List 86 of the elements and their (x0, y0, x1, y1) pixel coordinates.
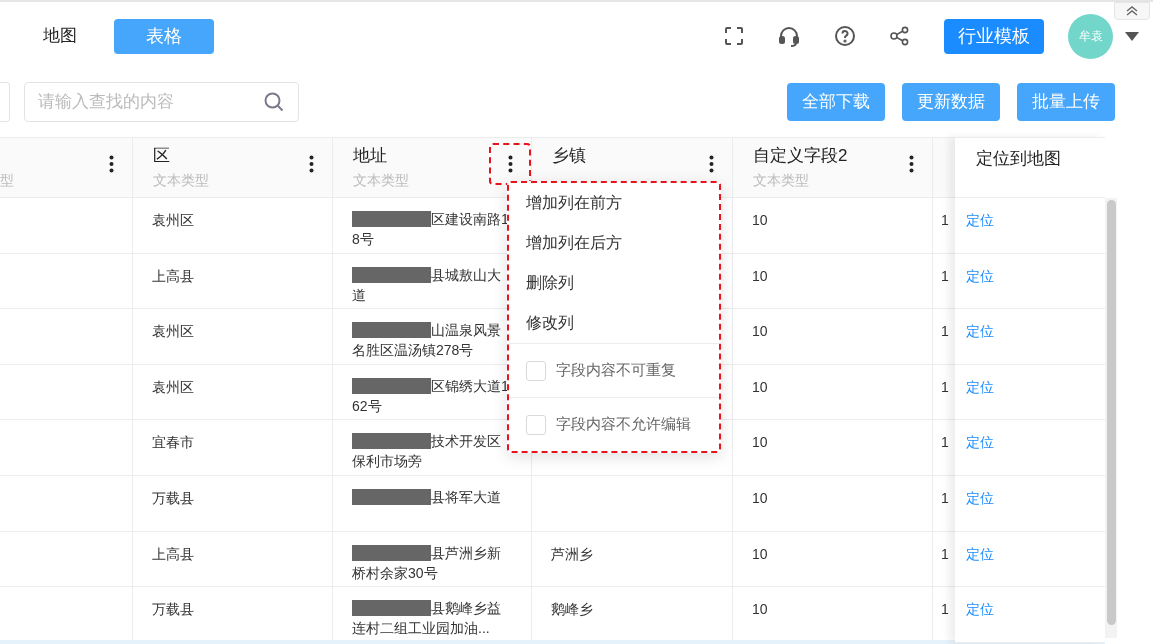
more-vertical-icon (708, 155, 714, 173)
address-text: 山温泉风景 (431, 321, 501, 341)
table-cell: 1 (941, 434, 949, 451)
table-cell: 10 (752, 323, 768, 340)
help-icon[interactable] (834, 25, 856, 47)
search-field[interactable]: 请输入查找的内容 (24, 82, 299, 122)
menu-item[interactable]: 增加列在后方 (509, 223, 639, 263)
table-cell: 上高县 (152, 545, 194, 562)
more-vertical-icon (908, 155, 914, 173)
address-text: 技术开发区 (431, 432, 501, 452)
table-cell: 袁州区 (152, 323, 194, 340)
address-text: 县芦洲乡新 (431, 543, 501, 563)
more-vertical-icon (108, 155, 114, 173)
table-cell: 10 (752, 267, 768, 284)
address-text: 连村二组工业园加油... (352, 619, 490, 639)
column-title: 定位到地图 (976, 149, 1061, 168)
action-button[interactable]: 批量上传 (1017, 83, 1115, 121)
column-type: 文本类型 (753, 171, 809, 190)
column-title: 地址 (353, 145, 387, 167)
table-cell: 芦洲乡 (551, 545, 593, 562)
table-cell: 1 (941, 545, 949, 562)
more-vertical-icon (308, 155, 314, 173)
share-icon[interactable] (890, 26, 910, 46)
search-icon[interactable] (263, 91, 285, 113)
table-cell: 袁州区 (152, 378, 194, 395)
address-text: 县城敖山大 (431, 265, 501, 285)
collapse-button[interactable] (1114, 2, 1150, 20)
checkbox[interactable] (526, 360, 546, 381)
address-text: 县将军大道 (431, 487, 501, 507)
address-text: 县鹅峰乡益 (431, 599, 501, 619)
option-label: 字段内容不允许编辑 (556, 414, 691, 435)
locate-link[interactable]: 定位 (966, 545, 994, 562)
address-text: 保利市场旁 (352, 452, 422, 472)
table-cell: 1 (941, 323, 949, 340)
address-text: 62号 (352, 396, 382, 416)
table-cell: 袁州区 (152, 212, 194, 228)
fullscreen-icon[interactable] (724, 26, 744, 46)
scrollbar-thumb[interactable] (1106, 200, 1116, 625)
table-cell: 10 (752, 545, 768, 562)
table-cell: 10 (752, 601, 768, 618)
column-title: 自定义字段2 (753, 145, 848, 167)
table-cell: 宜春市 (152, 434, 194, 451)
table-cell: 1 (941, 212, 949, 228)
table-cell: 1 (941, 378, 949, 395)
menu-item[interactable]: 修改列 (509, 303, 591, 343)
locate-link[interactable]: 定位 (966, 378, 994, 395)
column-title: 区 (153, 145, 170, 167)
table-cell: 万载县 (152, 601, 194, 618)
action-button[interactable]: 全部下载 (787, 83, 885, 121)
locate-link[interactable]: 定位 (966, 323, 994, 340)
locate-link[interactable]: 定位 (966, 212, 994, 228)
checkbox[interactable] (526, 414, 546, 435)
menu-item[interactable]: 删除列 (509, 263, 591, 303)
locate-link[interactable]: 定位 (966, 489, 994, 506)
address-text: 道 (352, 285, 366, 305)
address-text: 名胜区温汤镇278号 (352, 341, 474, 361)
headset-icon[interactable] (778, 25, 800, 47)
column-type: 文本类型 (353, 171, 409, 190)
menu-item[interactable]: 增加列在前方 (509, 183, 639, 223)
caret-down-icon[interactable] (1125, 31, 1139, 41)
more-vertical-icon (507, 155, 513, 173)
table-cell: 上高县 (152, 267, 194, 284)
table-cell: 1 (941, 267, 949, 284)
view-tab[interactable]: 表格 (114, 18, 214, 54)
option-label: 字段内容不可重复 (556, 360, 676, 381)
select-field[interactable] (0, 82, 10, 122)
double-chevron-up-icon (1126, 6, 1138, 16)
table-cell: 1 (941, 601, 949, 618)
address-text: 8号 (352, 230, 374, 249)
template-button[interactable]: 行业模板 (944, 18, 1044, 54)
table-cell: 鹅峰乡 (551, 601, 593, 618)
address-text: 桥村余家30号 (352, 563, 438, 583)
column-title: 乡镇 (552, 145, 586, 167)
action-button[interactable]: 更新数据 (902, 83, 1000, 121)
column-type: 型 (0, 171, 14, 190)
table-cell: 1 (941, 489, 949, 506)
table-cell: 10 (752, 212, 768, 228)
locate-link[interactable]: 定位 (966, 267, 994, 284)
table-cell: 10 (752, 378, 768, 395)
table-cell: 万载县 (152, 489, 194, 506)
table-cell: 10 (752, 434, 768, 451)
column-type: 文本类型 (153, 171, 209, 190)
locate-link[interactable]: 定位 (966, 434, 994, 451)
view-tab[interactable]: 地图 (40, 18, 80, 54)
locate-link[interactable]: 定位 (966, 601, 994, 618)
table-cell: 10 (752, 489, 768, 506)
